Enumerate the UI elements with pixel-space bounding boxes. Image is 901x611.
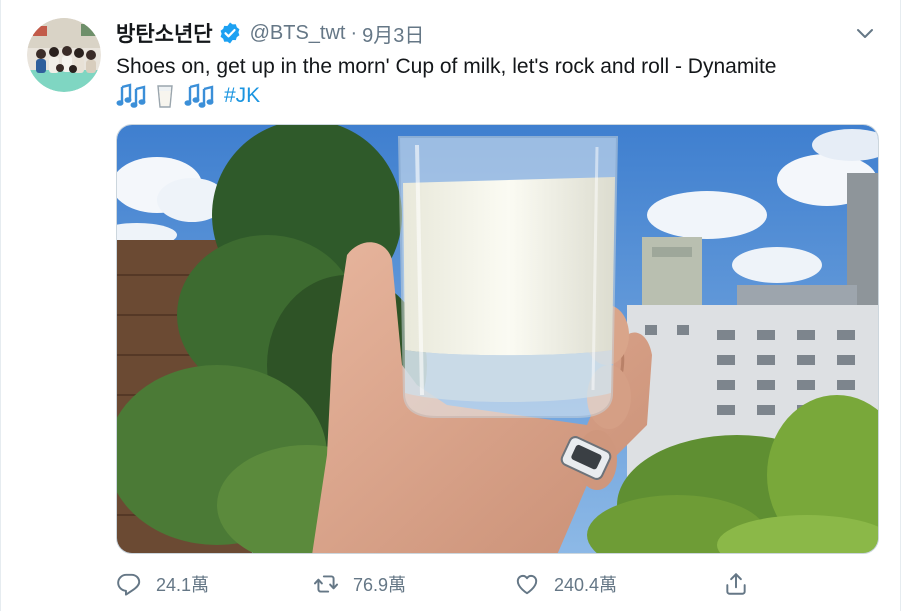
retweet-button[interactable]: 76.9萬 [313, 566, 406, 602]
like-count: 240.4萬 [554, 575, 618, 595]
tweet-actions: 24.1萬 76.9萬 240.4萬 [116, 566, 756, 602]
more-options-button[interactable] [852, 20, 878, 46]
musical-notes-icon [116, 82, 146, 109]
user-handle[interactable]: @BTS_twt [250, 22, 346, 45]
avatar-image [27, 18, 101, 92]
reply-count: 24.1萬 [156, 575, 210, 595]
musical-notes-icon [184, 82, 214, 109]
tweet-header: 방탄소년단 @BTS_twt · 9月3日 [116, 18, 424, 48]
milk-glass-icon [150, 83, 180, 109]
hashtag-link[interactable]: #JK [224, 81, 260, 110]
separator-dot: · [350, 21, 358, 44]
avatar[interactable] [27, 18, 101, 92]
share-icon [726, 573, 746, 595]
reply-icon [117, 573, 141, 596]
verified-badge-icon [218, 21, 242, 45]
heart-icon [516, 574, 538, 595]
reply-button[interactable]: 24.1萬 [116, 566, 209, 602]
tweet-text-line: Shoes on, get up in the morn' Cup of mil… [116, 55, 777, 78]
tweet-media-photo[interactable] [116, 124, 879, 554]
chevron-down-icon [857, 29, 873, 38]
display-name[interactable]: 방탄소년단 [116, 18, 213, 48]
tweet-date[interactable]: 9月3日 [362, 19, 424, 48]
tweet-emoji-row: #JK [116, 81, 886, 110]
tweet-text: Shoes on, get up in the morn' Cup of mil… [116, 52, 886, 110]
retweet-icon [313, 575, 339, 593]
tweet-card[interactable]: 방탄소년단 @BTS_twt · 9月3日 Shoes on, get up i… [0, 0, 901, 611]
like-button[interactable]: 240.4萬 [514, 566, 617, 602]
milk-glass-photo [117, 125, 878, 553]
share-button[interactable] [723, 566, 749, 602]
retweet-count: 76.9萬 [353, 575, 407, 595]
